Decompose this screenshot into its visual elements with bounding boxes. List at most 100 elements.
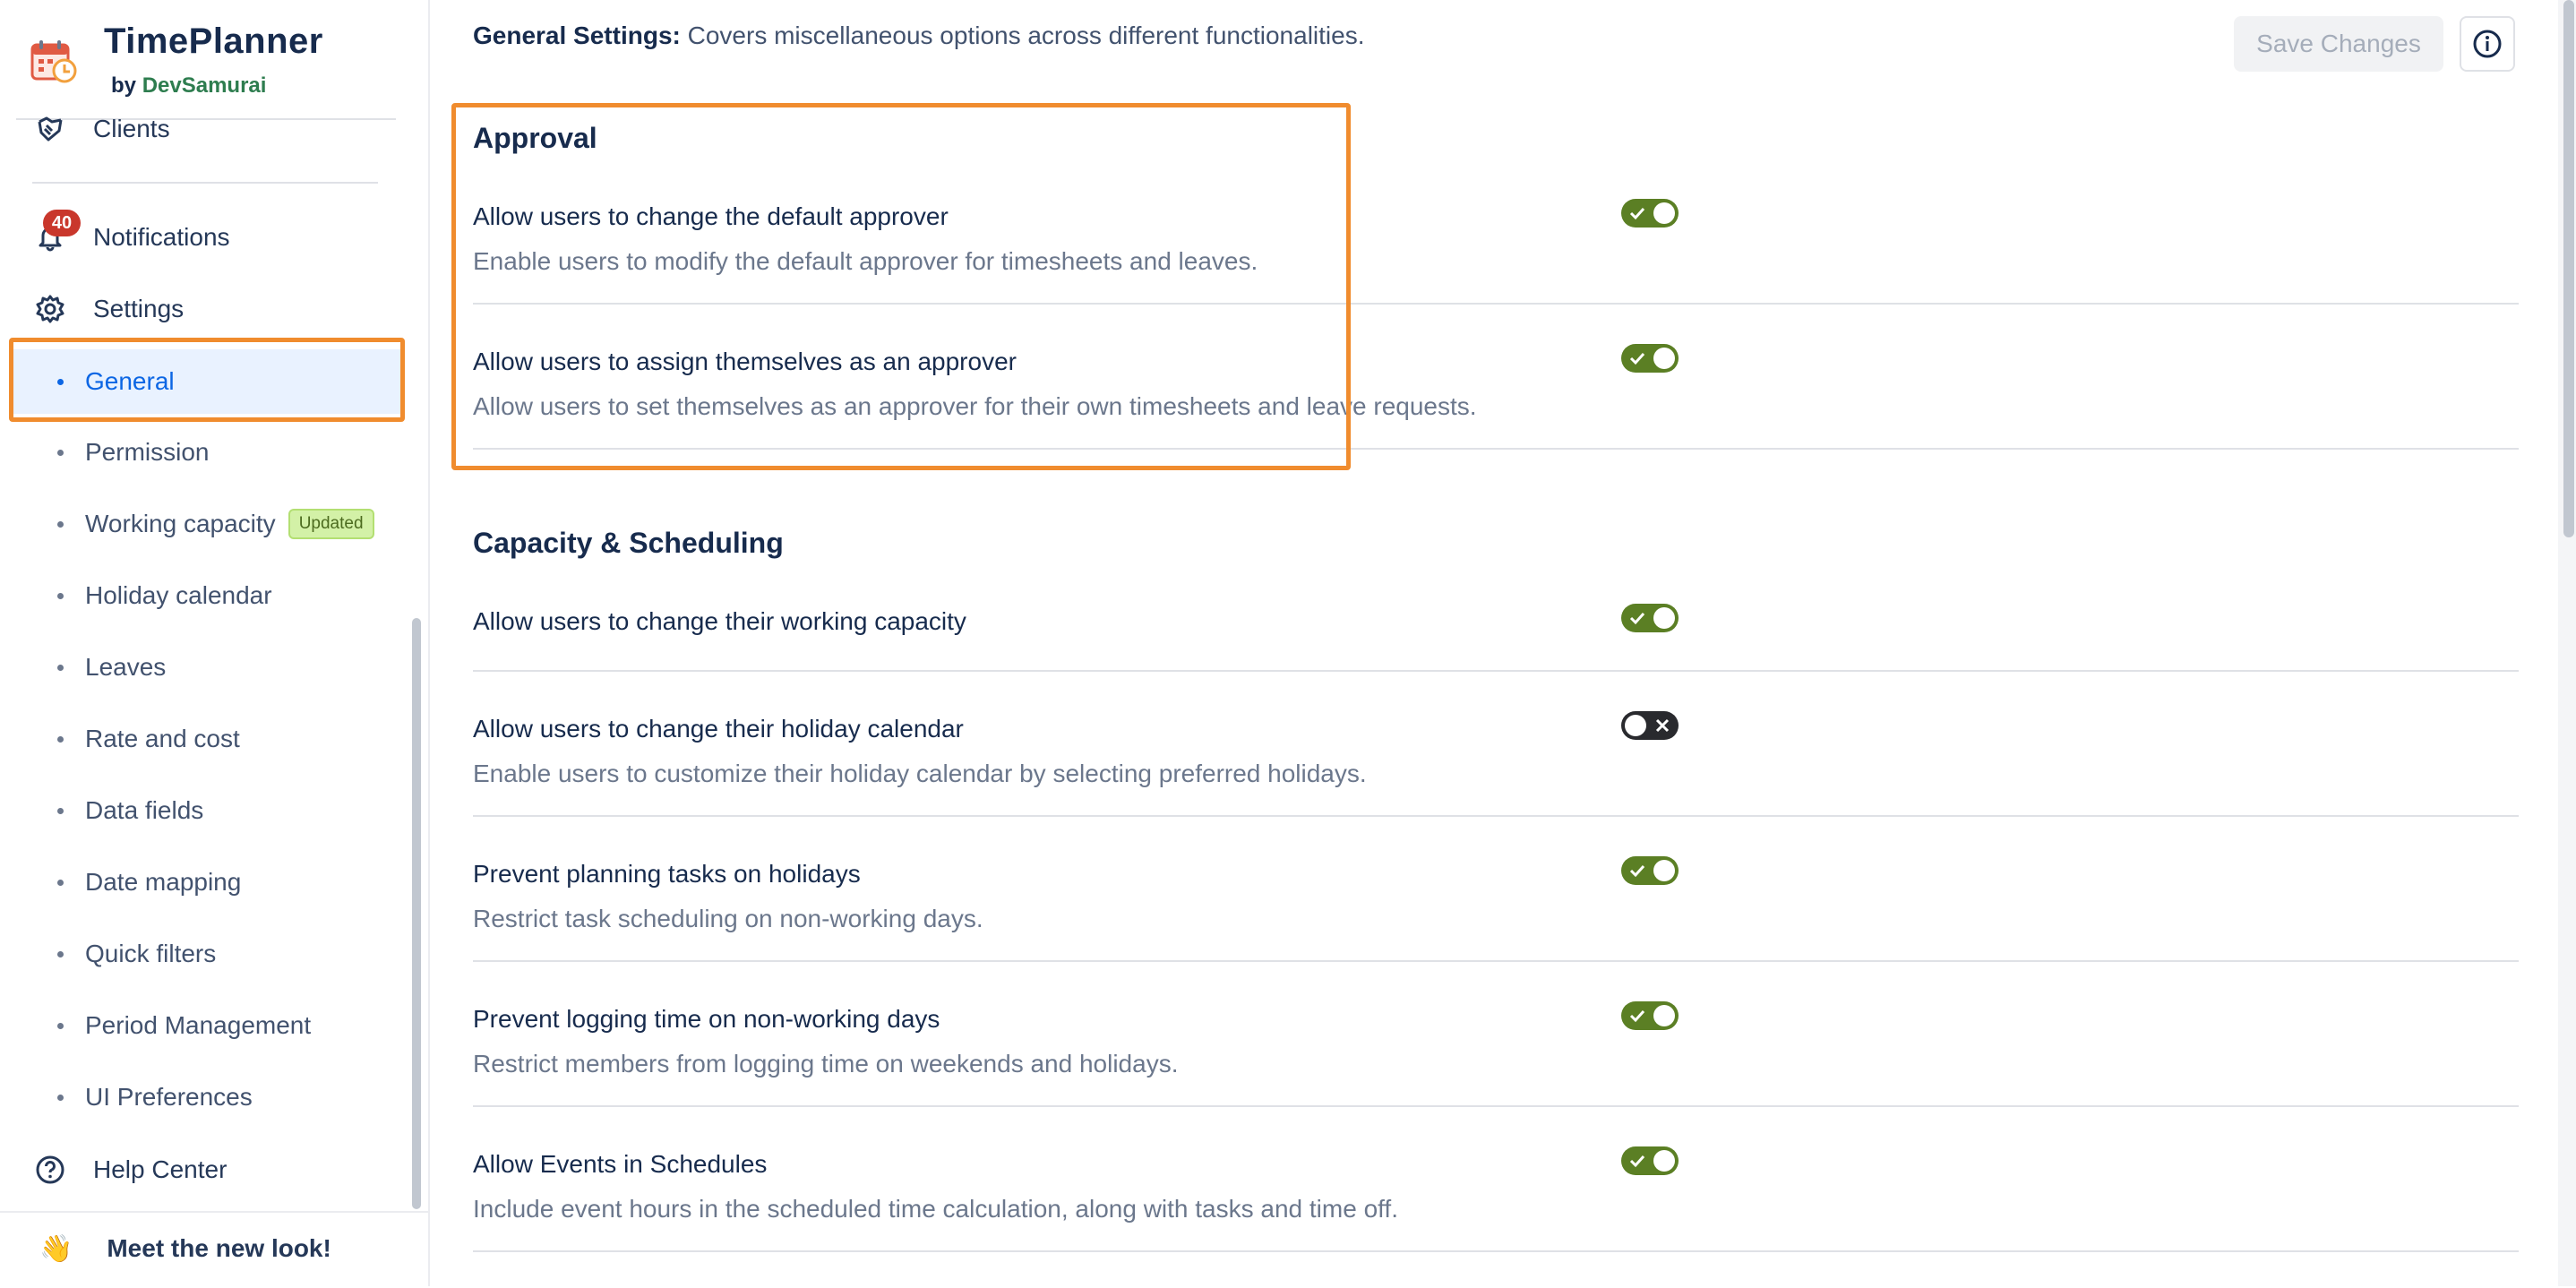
setting-description: Restrict members from logging time on we… — [473, 1050, 1179, 1078]
sidebar-item-label: Settings — [93, 295, 185, 322]
setting-description: Enable users to customize their holiday … — [473, 760, 1367, 787]
sidebar-subitem-quick-filters[interactable]: Quick filters — [47, 923, 396, 985]
toggle-knob — [1653, 860, 1675, 881]
bullet — [57, 950, 64, 957]
sidebar-subitem-label: Data fields — [85, 796, 204, 824]
toggle-change-working-capacity[interactable] — [1621, 604, 1679, 632]
sidebar-item-label: Notifications — [93, 223, 230, 251]
check-icon — [1629, 612, 1645, 625]
toggle-change-default-approver[interactable] — [1621, 199, 1679, 228]
sidebar-subitem-label: Rate and cost — [85, 725, 240, 752]
check-icon — [1629, 207, 1645, 220]
sidebar-subitem-permission[interactable]: Permission — [47, 421, 396, 484]
sidebar-item-clients[interactable]: Clients — [34, 102, 392, 156]
gear-icon — [34, 293, 66, 325]
sidebar-subitem-rate-and-cost[interactable]: Rate and cost — [47, 708, 396, 770]
info-icon — [2473, 30, 2502, 58]
bullet — [57, 449, 64, 456]
calendar-clock-logo-icon — [30, 40, 77, 83]
meet-new-look-link[interactable]: 👋 Meet the new look! — [39, 1222, 416, 1275]
sidebar-subitem-working-capacity[interactable]: Working capacity Updated — [47, 493, 396, 555]
brand-company: DevSamurai — [142, 73, 267, 98]
toggle-knob — [1653, 348, 1675, 369]
sidebar-subitem-label: Permission — [85, 438, 210, 466]
brand-by-text: by — [111, 73, 137, 98]
setting-title: Allow users to change their working capa… — [473, 607, 966, 635]
check-icon — [1629, 864, 1645, 878]
bullet — [57, 664, 64, 671]
sidebar-subitem-period-management[interactable]: Period Management — [47, 994, 396, 1057]
info-button[interactable] — [2460, 16, 2515, 72]
toggle-knob — [1625, 715, 1646, 736]
bullet — [57, 592, 64, 599]
sidebar-subitem-label: Leaves — [85, 653, 167, 681]
sidebar-item-help-center[interactable]: Help Center — [34, 1143, 410, 1197]
toggle-prevent-logging-non-working[interactable] — [1621, 1001, 1679, 1030]
toggle-knob — [1653, 202, 1675, 224]
toggle-assign-self-approver[interactable] — [1621, 344, 1679, 373]
page-description: Covers miscellaneous options across diff… — [687, 21, 1365, 49]
sidebar-item-label: Help Center — [93, 1155, 228, 1183]
highlight-box-approval — [451, 103, 1351, 470]
page-scrollbar-thumb[interactable] — [2563, 0, 2574, 537]
sidebar-subitem-ui-preferences[interactable]: UI Preferences — [47, 1066, 396, 1129]
setting-title: Allow Events in Schedules — [473, 1150, 768, 1178]
bullet — [57, 1022, 64, 1029]
toggle-knob — [1653, 1150, 1675, 1172]
sidebar-scrollbar[interactable] — [412, 618, 421, 1209]
bullet — [57, 807, 64, 814]
sidebar-subitem-label: Holiday calendar — [85, 581, 272, 609]
sidebar-item-settings[interactable]: Settings — [34, 282, 392, 336]
sidebar-subitem-label: Working capacity — [85, 510, 276, 537]
setting-title: Allow users to change their holiday cale… — [473, 715, 964, 743]
sidebar-item-notifications[interactable]: Notifications — [34, 210, 392, 264]
help-circle-icon — [34, 1154, 66, 1186]
page-title: General Settings: — [473, 21, 681, 49]
save-changes-button[interactable]: Save Changes — [2234, 16, 2443, 72]
x-icon — [1655, 718, 1670, 733]
sidebar-subitem-label: Quick filters — [85, 940, 217, 967]
toggle-allow-events-in-schedules[interactable] — [1621, 1146, 1679, 1175]
highlight-box-sidebar — [9, 338, 405, 422]
setting-row: Allow users to change their working capa… — [473, 602, 2519, 672]
bullet — [57, 879, 64, 886]
check-icon — [1629, 1009, 1645, 1023]
bullet — [57, 1094, 64, 1101]
toggle-knob — [1653, 607, 1675, 629]
setting-row: Prevent planning tasks on holidays Restr… — [473, 854, 2519, 962]
sidebar-subitem-holiday-calendar[interactable]: Holiday calendar — [47, 564, 396, 627]
setting-description: Restrict task scheduling on non-working … — [473, 905, 983, 932]
sidebar-subitem-label: UI Preferences — [85, 1083, 253, 1111]
setting-row: Prevent logging time on non-working days… — [473, 1000, 2519, 1107]
updated-badge: Updated — [288, 509, 374, 539]
meet-new-look-label: Meet the new look! — [107, 1234, 331, 1262]
waving-hand-icon: 👋 — [39, 1233, 73, 1264]
section-title-capacity-scheduling: Capacity & Scheduling — [473, 527, 784, 559]
handshake-icon — [34, 113, 66, 145]
check-icon — [1629, 1155, 1645, 1168]
brand-title: TimePlanner — [104, 21, 323, 61]
sidebar-divider — [32, 182, 378, 184]
bullet — [57, 735, 64, 743]
sidebar-subitem-data-fields[interactable]: Data fields — [47, 779, 396, 842]
setting-row: Allow users to change their holiday cale… — [473, 709, 2519, 817]
sidebar-item-label: Clients — [93, 115, 170, 142]
brand[interactable]: TimePlanner by DevSamurai — [30, 21, 398, 107]
toggle-knob — [1653, 1005, 1675, 1026]
sidebar-subitem-leaves[interactable]: Leaves — [47, 636, 396, 699]
check-icon — [1629, 352, 1645, 365]
main-content: General Settings: Covers miscellaneous o… — [430, 0, 2558, 1286]
setting-row: Allow Events in Schedules Include event … — [473, 1145, 2519, 1252]
bullet — [57, 520, 64, 528]
sidebar: TimePlanner by DevSamurai Clients Notifi… — [0, 0, 430, 1286]
setting-title: Prevent logging time on non-working days — [473, 1005, 940, 1033]
brand-byline: by DevSamurai — [111, 73, 266, 99]
setting-title: Prevent planning tasks on holidays — [473, 860, 861, 888]
sidebar-subitem-label: Date mapping — [85, 868, 242, 896]
toggle-prevent-planning-holidays[interactable] — [1621, 856, 1679, 885]
setting-description: Include event hours in the scheduled tim… — [473, 1195, 1398, 1223]
notification-count-badge: 40 — [43, 210, 81, 236]
page-header: General Settings: Covers miscellaneous o… — [473, 21, 1365, 50]
toggle-change-holiday-calendar[interactable] — [1621, 711, 1679, 740]
sidebar-subitem-date-mapping[interactable]: Date mapping — [47, 851, 396, 914]
